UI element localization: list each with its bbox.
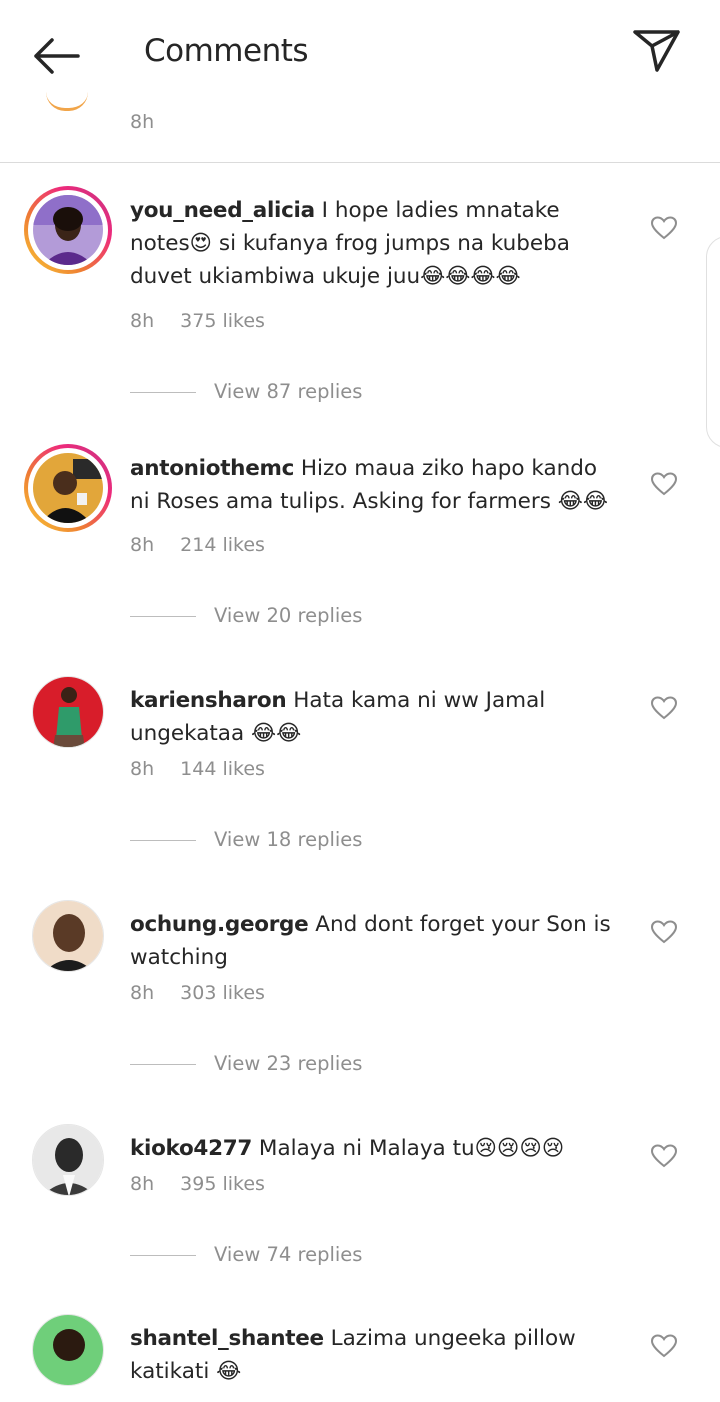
comment-time: 8h (130, 310, 155, 332)
comment-likes[interactable]: 375 likes (180, 310, 265, 332)
profile-photo-icon (33, 901, 103, 971)
comment-username[interactable]: kioko4277 (130, 1136, 252, 1161)
previous-comment-time: 8h (130, 111, 155, 133)
profile-photo-icon (33, 1315, 103, 1385)
comment-username[interactable]: kariensharon (130, 688, 287, 713)
profile-photo-icon (33, 453, 103, 523)
like-button[interactable] (650, 1144, 678, 1168)
avatar[interactable] (24, 900, 112, 988)
comment-likes[interactable]: 303 likes (180, 982, 265, 1004)
previous-avatar (46, 92, 88, 111)
comment-likes[interactable]: 214 likes (180, 534, 265, 556)
avatar[interactable] (24, 186, 112, 274)
heart-icon (650, 216, 678, 240)
page-title: Comments (144, 33, 309, 69)
comment-time: 8h (130, 758, 155, 780)
comment-text: Malaya ni Malaya tu😢😢😢😢 (258, 1136, 565, 1161)
profile-photo-icon (33, 677, 103, 747)
replies-line (130, 616, 196, 617)
like-button[interactable] (650, 920, 678, 944)
comment-time: 8h (130, 982, 155, 1004)
header-bar: Comments (0, 0, 720, 104)
like-button[interactable] (650, 696, 678, 720)
replies-line (130, 392, 196, 393)
replies-line (130, 840, 196, 841)
back-arrow-icon (34, 38, 80, 74)
share-button[interactable] (630, 26, 684, 76)
like-button[interactable] (650, 472, 678, 496)
avatar[interactable] (24, 676, 112, 764)
comment-time: 8h (130, 534, 155, 556)
heart-icon (650, 1334, 678, 1358)
like-button[interactable] (650, 1334, 678, 1358)
like-button[interactable] (650, 216, 678, 240)
replies-line (130, 1064, 196, 1065)
comment-likes[interactable]: 395 likes (180, 1173, 265, 1195)
back-button[interactable] (30, 34, 82, 78)
heart-icon (650, 696, 678, 720)
comment-username[interactable]: shantel_shantee (130, 1326, 324, 1351)
comment-username[interactable]: you_need_alicia (130, 198, 315, 223)
avatar[interactable] (24, 444, 112, 532)
comment-username[interactable]: ochung.george (130, 912, 309, 937)
comment-username[interactable]: antoniothemc (130, 456, 294, 481)
caption-divider (0, 162, 720, 163)
heart-icon (650, 472, 678, 496)
replies-line (130, 1255, 196, 1256)
view-replies-button[interactable]: View 74 replies (214, 1243, 362, 1266)
comment-time: 8h (130, 1173, 155, 1195)
avatar[interactable] (24, 1314, 112, 1402)
heart-icon (650, 1144, 678, 1168)
paper-plane-icon (633, 30, 680, 72)
heart-icon (650, 920, 678, 944)
comment-likes[interactable]: 144 likes (180, 758, 265, 780)
view-replies-button[interactable]: View 87 replies (214, 380, 362, 403)
view-replies-button[interactable]: View 18 replies (214, 828, 362, 851)
side-panel-edge (706, 236, 720, 448)
profile-photo-icon (33, 1125, 103, 1195)
avatar[interactable] (24, 1124, 112, 1212)
view-replies-button[interactable]: View 23 replies (214, 1052, 362, 1075)
profile-photo-icon (33, 195, 103, 265)
view-replies-button[interactable]: View 20 replies (214, 604, 362, 627)
